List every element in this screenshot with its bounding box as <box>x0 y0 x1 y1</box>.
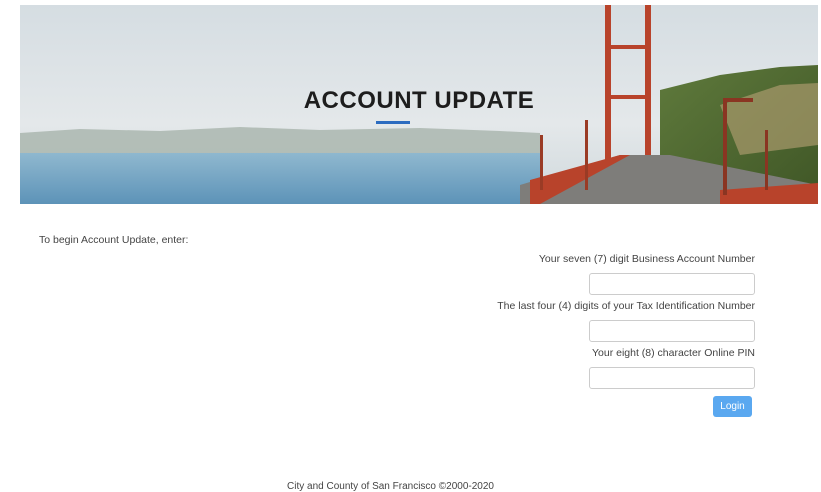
tax-id-digits-label: The last four (4) digits of your Tax Ide… <box>497 300 755 312</box>
login-button[interactable]: Login <box>713 396 752 417</box>
tax-id-digits-input[interactable] <box>589 320 755 342</box>
online-pin-input[interactable] <box>589 367 755 389</box>
business-account-number-input[interactable] <box>589 273 755 295</box>
title-underline <box>376 121 410 124</box>
hero-banner: ACCOUNT UPDATE <box>20 5 818 204</box>
business-account-number-label: Your seven (7) digit Business Account Nu… <box>538 253 755 265</box>
footer-copyright: City and County of San Francisco ©2000-2… <box>287 481 494 492</box>
online-pin-label: Your eight (8) character Online PIN <box>591 347 755 359</box>
login-form: Your seven (7) digit Business Account Nu… <box>475 252 755 393</box>
intro-text: To begin Account Update, enter: <box>39 234 189 246</box>
page-title: ACCOUNT UPDATE <box>303 87 535 114</box>
